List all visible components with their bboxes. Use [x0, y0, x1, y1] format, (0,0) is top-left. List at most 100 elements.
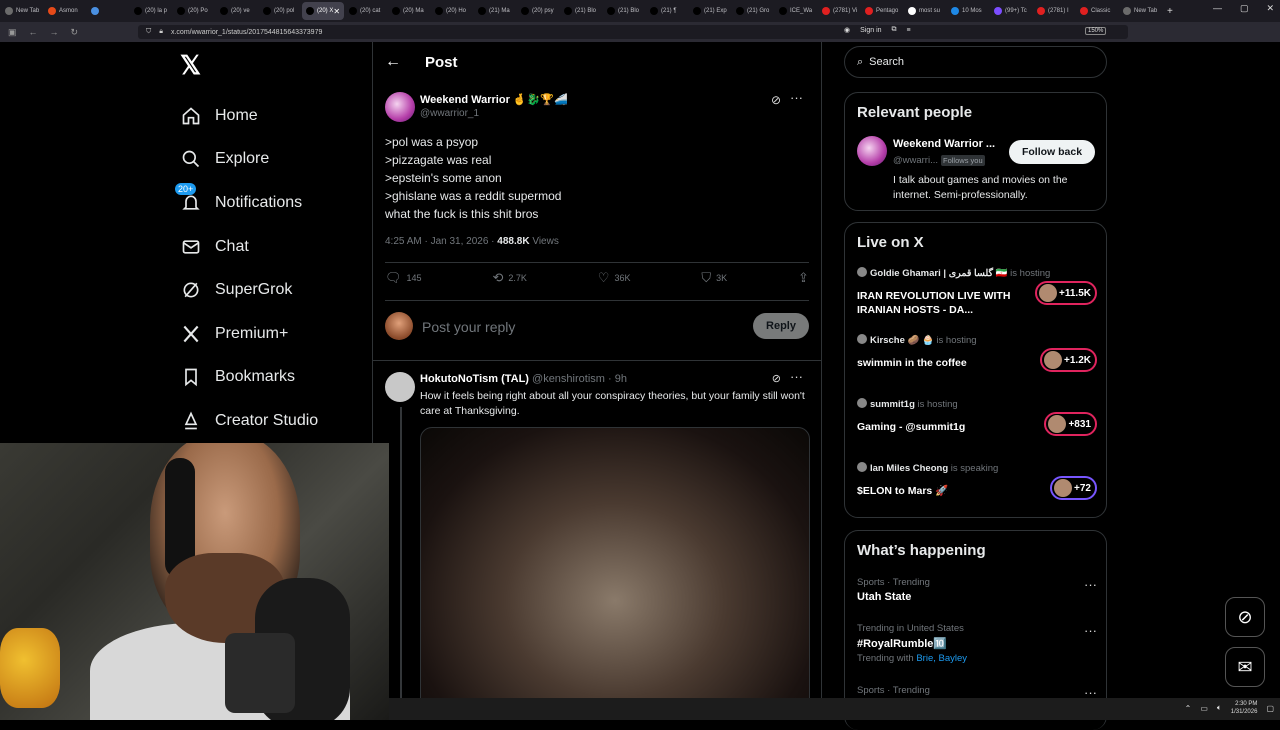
sidebar-item-explore[interactable]: Explore [175, 138, 370, 182]
sidebar-toggle-icon[interactable]: ▣ [8, 27, 17, 38]
reload-icon[interactable]: ↻ [71, 27, 79, 38]
trend-item[interactable]: Sports · Trending ··· [857, 685, 1097, 700]
sidebar-item-home[interactable]: Home [175, 94, 370, 138]
author-handle[interactable]: @wwarrior_1 [420, 108, 479, 119]
post-timestamp[interactable]: 4:25 AM · Jan 31, 2026 · [385, 236, 497, 247]
listeners-pill[interactable]: +11.5K [1035, 281, 1097, 305]
browser-tab[interactable]: (21) Gro [732, 2, 774, 20]
listeners-pill[interactable]: +72 [1050, 476, 1097, 500]
forward-icon[interactable]: → [50, 27, 59, 38]
like-action[interactable]: ♡ 36K [598, 270, 631, 286]
sidebar-item-chat[interactable]: Chat [175, 225, 370, 269]
browser-tab[interactable]: (21) Ma [474, 2, 516, 20]
browser-tab[interactable]: (20) pol [259, 2, 301, 20]
browser-tab[interactable]: Pentago [861, 2, 903, 20]
reply-input[interactable]: Post your reply [422, 319, 515, 335]
browser-tab[interactable] [87, 2, 129, 20]
grok-icon[interactable]: ⊘ [772, 372, 781, 385]
browser-tab[interactable]: (20) Ho [431, 2, 473, 20]
menu-icon[interactable]: ≡ [907, 27, 911, 34]
grok-fab-button[interactable]: ⊘ [1225, 597, 1265, 637]
share-action[interactable]: ⇪ [798, 270, 809, 286]
tab-favicon-icon [994, 7, 1002, 15]
trend-with-link[interactable]: Brie, Bayley [916, 653, 967, 664]
sidebar-item-notifications[interactable]: Notifications 20+ [175, 181, 370, 225]
browser-tab[interactable]: (21) Blo [560, 2, 602, 20]
maximize-icon[interactable]: ▢ [1240, 3, 1249, 14]
browser-tab[interactable]: most su [904, 2, 946, 20]
browser-tab[interactable]: (20) ve [216, 2, 258, 20]
network-icon[interactable]: ▭ [1200, 704, 1208, 713]
more-icon[interactable]: ··· [790, 369, 803, 384]
reply-button[interactable]: Reply [753, 313, 809, 339]
browser-tab[interactable]: (2781) Vi [818, 2, 860, 20]
browser-tab[interactable]: (21) Exp [689, 2, 731, 20]
repost-action[interactable]: ⟲ 2.7K [492, 270, 526, 286]
notification-icon[interactable]: ▢ [1266, 704, 1274, 713]
sign-in-link[interactable]: Sign in [860, 27, 881, 34]
browser-tab[interactable]: (2781) I [1033, 2, 1075, 20]
browser-tab[interactable]: (99+) Tc [990, 2, 1032, 20]
search-input[interactable]: ⌕ Search [844, 46, 1107, 78]
lock-icon[interactable]: 🔒︎ [159, 28, 163, 36]
sidebar-item-creator-studio[interactable]: Creator Studio [175, 399, 370, 443]
listeners-count: +1.2K [1064, 354, 1091, 366]
x-logo-icon[interactable]: 𝕏 [180, 50, 370, 80]
trend-item[interactable]: Trending in United States #RoyalRumble🔟 … [857, 623, 1097, 664]
extensions-icon[interactable]: ⧉ [892, 26, 897, 34]
browser-tab[interactable]: (20) la p [130, 2, 172, 20]
listeners-pill[interactable]: +1.2K [1040, 348, 1097, 372]
listeners-pill[interactable]: +831 [1044, 412, 1097, 436]
browser-tab[interactable]: Asmon [44, 2, 86, 20]
volume-icon[interactable]: 🔈︎ [1217, 703, 1222, 713]
more-icon[interactable]: ··· [1084, 623, 1097, 638]
browser-tab[interactable]: 10 Mos [947, 2, 989, 20]
browser-tab[interactable]: (20) X ✕ [302, 2, 344, 20]
live-item[interactable]: Kirsche 🥔 🧁 is hosting swimmin in the cof… [857, 334, 1097, 372]
person-name[interactable]: Weekend Warrior ... [893, 138, 995, 150]
sidebar-item-premium[interactable]: Premium+ [175, 312, 370, 356]
close-icon[interactable]: ✕ [333, 7, 340, 16]
reply-media[interactable] [420, 427, 810, 717]
account-icon[interactable]: ◉ [844, 26, 850, 34]
messages-fab-button[interactable]: ✉ [1225, 647, 1265, 687]
browser-tab[interactable]: (20) Po [173, 2, 215, 20]
sidebar-item-bookmarks[interactable]: Bookmarks [175, 356, 370, 400]
chevron-up-icon[interactable]: ⌃ [1185, 704, 1192, 713]
more-icon[interactable]: ··· [1084, 577, 1097, 592]
live-item[interactable]: summit1g is hosting Gaming - @summit1g +83… [857, 398, 1097, 436]
trend-item[interactable]: Sports · Trending Utah State ··· [857, 577, 1097, 603]
new-tab-button[interactable]: + [1167, 6, 1173, 17]
grok-icon[interactable]: ⊘ [771, 93, 781, 107]
trend-with-label: Trending with [857, 653, 917, 664]
browser-tab[interactable]: Classic [1076, 2, 1118, 20]
author-name[interactable]: Weekend Warrior 🤞🐉🏆🚄 [420, 93, 568, 106]
browser-tab[interactable]: (21) ¶ [646, 2, 688, 20]
browser-tab[interactable]: (20) cat [345, 2, 387, 20]
browser-tab[interactable]: New Tab [1119, 2, 1161, 20]
close-window-icon[interactable]: ✕ [1266, 3, 1274, 14]
live-item[interactable]: Ian Miles Cheong is speaking $ELON to Mar… [857, 462, 1097, 500]
back-icon[interactable]: ← [29, 27, 38, 38]
browser-tab[interactable]: (21) Blo [603, 2, 645, 20]
avatar[interactable] [385, 92, 415, 122]
clock[interactable]: 2:30 PM 1/31/2026 [1231, 700, 1258, 716]
browser-tab[interactable]: (20) Ma [388, 2, 430, 20]
browser-tab[interactable]: (20) psy [517, 2, 559, 20]
browser-tab[interactable]: ICE_Wa [775, 2, 817, 20]
browser-tab[interactable]: New Tab [1, 2, 43, 20]
reply-author[interactable]: HokutoNoTism (TAL) @kenshirotism · 9h [420, 373, 627, 385]
bookmark-action[interactable]: ⛉ 3K [701, 270, 727, 286]
back-arrow-icon[interactable]: ← [385, 53, 401, 71]
follow-back-button[interactable]: Follow back [1009, 140, 1095, 164]
live-item[interactable]: Goldie Ghamari | گلسا قمری 🇮🇷 is hosting… [857, 267, 1097, 317]
listeners-count: +11.5K [1059, 287, 1091, 299]
tab-favicon-icon [607, 7, 615, 15]
sidebar-item-supergrok[interactable]: SuperGrok [175, 268, 370, 312]
shield-icon[interactable]: ⛉ [146, 28, 151, 36]
avatar[interactable] [385, 372, 415, 402]
more-icon[interactable]: ··· [790, 90, 803, 105]
reply-action[interactable]: 🗨︎ 145 [385, 270, 422, 286]
minimize-icon[interactable]: — [1213, 3, 1222, 14]
avatar[interactable] [857, 136, 887, 166]
